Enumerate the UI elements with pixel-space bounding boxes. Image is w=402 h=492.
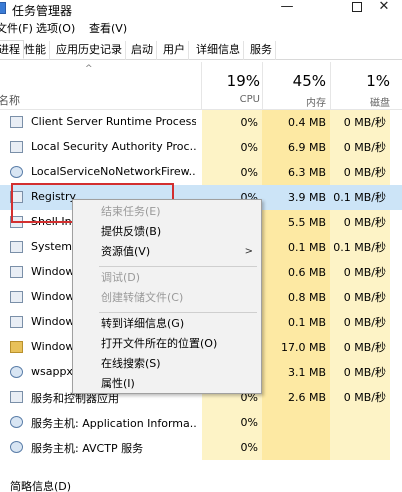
- process-disk: 0 MB/秒: [330, 110, 390, 135]
- process-memory: [262, 435, 330, 460]
- window-icon: [10, 391, 23, 403]
- menu-resource-values-label: 资源值(V): [101, 245, 151, 258]
- menu-file[interactable]: 文件(F): [0, 20, 33, 36]
- process-memory: 6.9 MB: [262, 135, 330, 160]
- window-icon: [10, 116, 23, 128]
- fewer-details-button[interactable]: 简略信息(D): [10, 478, 71, 492]
- window-icon: [10, 266, 23, 278]
- minimize-button[interactable]: —: [264, 0, 310, 18]
- submenu-arrow-icon: >: [244, 246, 253, 257]
- menu-view[interactable]: 查看(V): [89, 20, 127, 36]
- process-row[interactable]: 服务主机: AVCTP 服务 0%: [0, 435, 402, 460]
- tab-services[interactable]: 服务: [247, 41, 276, 60]
- process-memory: [262, 410, 330, 435]
- process-memory: 0.6 MB: [262, 260, 330, 285]
- tab-users[interactable]: 用户: [160, 41, 189, 60]
- menu-separator: [99, 266, 257, 267]
- process-name: 服务主机: Application Informa...: [31, 417, 196, 430]
- tab-bar: 进程 性能 应用历史记录 启动 用户 详细信息 服务: [0, 39, 402, 60]
- menu-provide-feedback[interactable]: 提供反馈(B): [73, 222, 261, 242]
- process-disk: 0.1 MB/秒: [330, 235, 390, 260]
- process-disk: 0 MB/秒: [330, 210, 390, 235]
- menu-go-to-details[interactable]: 转到详细信息(G): [73, 314, 261, 334]
- column-name-header[interactable]: 名称: [0, 92, 20, 108]
- close-button[interactable]: ✕: [364, 0, 402, 18]
- menu-separator: [99, 312, 257, 313]
- window-icon: [10, 316, 23, 328]
- menu-search-online[interactable]: 在线搜索(S): [73, 354, 261, 374]
- process-disk: 0 MB/秒: [330, 360, 390, 385]
- process-name: 服务主机: AVCTP 服务: [31, 442, 144, 455]
- menu-bar: 文件(F) 选项(O) 查看(V): [0, 18, 402, 38]
- window-icon: [10, 141, 23, 153]
- process-cpu: 0%: [202, 135, 262, 160]
- process-name: Local Security Authority Proc...: [31, 140, 196, 153]
- process-disk: 0 MB/秒: [330, 260, 390, 285]
- gear-icon: [10, 416, 23, 428]
- process-memory: 2.6 MB: [262, 385, 330, 410]
- window-icon: [10, 241, 23, 253]
- process-memory: 0.1 MB: [262, 235, 330, 260]
- process-memory: 3.1 MB: [262, 360, 330, 385]
- gear-icon: [10, 366, 23, 378]
- process-cpu: 0%: [202, 435, 262, 460]
- process-row[interactable]: 服务主机: Application Informa... 0%: [0, 410, 402, 435]
- process-disk: 0 MB/秒: [330, 160, 390, 185]
- process-disk: [330, 435, 390, 460]
- gear-icon: [10, 166, 23, 178]
- column-header: ^ 名称 19% CPU 45% 内存 1% 磁盘: [0, 62, 402, 110]
- window-icon: [10, 291, 23, 303]
- window-title: 任务管理器: [12, 4, 73, 18]
- maximize-icon: [352, 2, 362, 12]
- process-row[interactable]: LocalServiceNoNetworkFirew... 0% 6.3 MB …: [0, 160, 402, 185]
- process-memory: 3.9 MB: [262, 185, 330, 210]
- process-memory: 0.4 MB: [262, 110, 330, 135]
- process-row[interactable]: Client Server Runtime Process 0% 0.4 MB …: [0, 110, 402, 135]
- menu-open-file-location[interactable]: 打开文件所在的位置(O): [73, 334, 261, 354]
- gear-icon: [10, 441, 23, 453]
- tab-app-history[interactable]: 应用历史记录: [53, 41, 126, 60]
- tab-performance[interactable]: 性能: [21, 41, 50, 60]
- process-disk: 0 MB/秒: [330, 135, 390, 160]
- process-memory: 5.5 MB: [262, 210, 330, 235]
- cpu-total-percent[interactable]: 19%: [202, 72, 260, 90]
- menu-create-dump[interactable]: 创建转储文件(C): [73, 288, 261, 308]
- cpu-column-header[interactable]: CPU: [202, 94, 260, 105]
- memory-total-percent[interactable]: 45%: [262, 72, 326, 90]
- menu-properties[interactable]: 属性(I): [73, 374, 261, 394]
- process-memory: 0.1 MB: [262, 310, 330, 335]
- process-memory: 17.0 MB: [262, 335, 330, 360]
- footer-bar: 简略信息(D): [0, 480, 402, 492]
- disk-column-header[interactable]: 磁盘: [330, 94, 390, 109]
- process-disk: 0 MB/秒: [330, 385, 390, 410]
- menu-resource-values[interactable]: 资源值(V) >: [73, 242, 261, 262]
- menu-options[interactable]: 选项(O): [36, 20, 75, 36]
- process-cpu: 0%: [202, 410, 262, 435]
- sort-ascending-icon: ^: [85, 64, 93, 74]
- memory-column-header[interactable]: 内存: [262, 94, 326, 109]
- process-cpu: 0%: [202, 110, 262, 135]
- process-disk: 0 MB/秒: [330, 335, 390, 360]
- task-manager-app-icon: [0, 2, 6, 14]
- process-name: LocalServiceNoNetworkFirew...: [31, 165, 196, 178]
- process-row[interactable]: Local Security Authority Proc... 0% 6.9 …: [0, 135, 402, 160]
- title-bar: 任务管理器 — ✕: [0, 0, 402, 18]
- disk-total-percent[interactable]: 1%: [330, 72, 390, 90]
- menu-end-task[interactable]: 结束任务(E): [73, 202, 261, 222]
- process-memory: 0.8 MB: [262, 285, 330, 310]
- tab-startup[interactable]: 启动: [128, 41, 157, 60]
- process-name: Client Server Runtime Process: [31, 115, 196, 128]
- process-disk: 0 MB/秒: [330, 285, 390, 310]
- process-disk: 0 MB/秒: [330, 310, 390, 335]
- process-cpu: 0%: [202, 160, 262, 185]
- menu-debug[interactable]: 调试(D): [73, 268, 261, 288]
- tab-details[interactable]: 详细信息: [193, 41, 244, 60]
- process-memory: 6.3 MB: [262, 160, 330, 185]
- folder-icon: [10, 341, 23, 353]
- context-menu: 结束任务(E) 提供反馈(B) 资源值(V) > 调试(D) 创建转储文件(C)…: [72, 199, 262, 394]
- process-disk: [330, 410, 390, 435]
- process-disk: 0.1 MB/秒: [330, 185, 390, 210]
